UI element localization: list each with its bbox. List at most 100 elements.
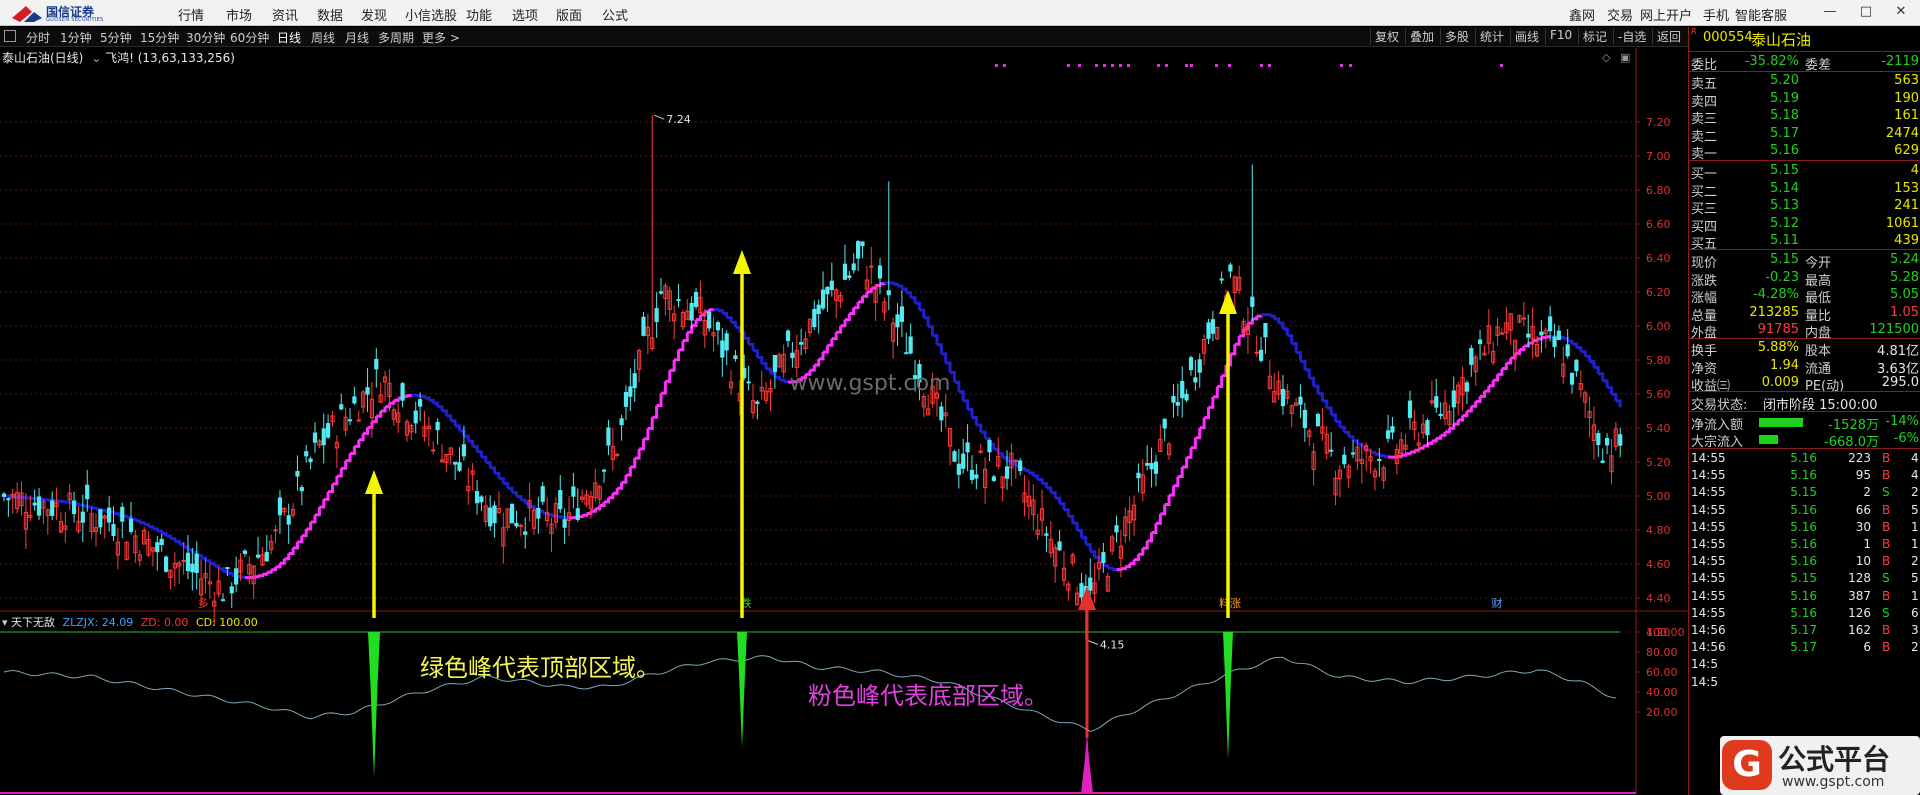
- menu-hangqing[interactable]: 行情: [178, 5, 204, 24]
- period-1min[interactable]: 1分钟: [60, 29, 92, 46]
- candle: [1254, 335, 1259, 357]
- tick-direction: B: [1882, 468, 1891, 483]
- period-weekly[interactable]: 周线: [311, 29, 335, 46]
- menu-shuju[interactable]: 数据: [317, 5, 343, 24]
- bids-row[interactable]: 买一 5.15 4: [1689, 163, 1920, 182]
- candle: [864, 265, 869, 292]
- candle: [1166, 441, 1172, 461]
- menu-gongshi[interactable]: 公式: [602, 5, 628, 24]
- tool-diejia[interactable]: 叠加: [1405, 28, 1434, 45]
- period-fenshi[interactable]: 分时: [26, 29, 50, 46]
- asks-label: 卖五: [1691, 77, 1718, 92]
- minimize-icon[interactable]: —: [1819, 4, 1841, 19]
- ma-segment: [319, 499, 326, 509]
- candle-body: [1018, 460, 1023, 471]
- tool-duogu[interactable]: 多股: [1440, 28, 1469, 45]
- period-multi[interactable]: 多周期: [378, 29, 414, 46]
- ma-segment: [954, 380, 961, 392]
- candle: [334, 435, 339, 468]
- ma-segment: [1414, 448, 1421, 452]
- asks-row[interactable]: 卖一 5.16 629: [1689, 143, 1920, 162]
- candle-body: [461, 444, 466, 457]
- candle: [1219, 271, 1224, 284]
- candle: [1140, 459, 1145, 502]
- menu-xuanxiang[interactable]: 选项: [512, 5, 538, 24]
- menu-jiaoyi[interactable]: 交易: [1607, 5, 1633, 24]
- menu-gongneng[interactable]: 功能: [466, 5, 492, 24]
- period-monthly[interactable]: 月线: [345, 29, 369, 46]
- tool-f10[interactable]: F10: [1545, 28, 1572, 45]
- menu-shichang[interactable]: 市场: [226, 5, 252, 24]
- menu-xinwang[interactable]: 鑫网: [1569, 5, 1595, 24]
- menu-faxian[interactable]: 发现: [361, 5, 387, 24]
- candle-body: [194, 553, 199, 574]
- candle: [1162, 418, 1167, 442]
- asks-row[interactable]: 卖二 5.17 2474: [1689, 126, 1920, 145]
- candle-body: [374, 358, 379, 370]
- asks-row[interactable]: 卖三 5.18 161: [1689, 108, 1920, 127]
- stat-value: 0.009: [1761, 375, 1799, 391]
- candle: [965, 424, 970, 472]
- bids-row[interactable]: 买四 5.12 1061: [1689, 216, 1920, 235]
- candle-body: [185, 552, 191, 572]
- asks-row[interactable]: 卖四 5.19 190: [1689, 91, 1920, 110]
- candle: [1145, 445, 1150, 471]
- ma-segment: [1475, 396, 1482, 403]
- period-30min[interactable]: 30分钟: [186, 29, 225, 46]
- flow-pct: -14%: [1885, 414, 1919, 429]
- ma-segment: [367, 421, 374, 429]
- menu-smart-service[interactable]: 智能客服: [1735, 5, 1787, 24]
- period-15min[interactable]: 15分钟: [140, 29, 179, 46]
- candle: [1153, 454, 1159, 487]
- ma-segment: [1471, 401, 1478, 408]
- tool-zixuan[interactable]: -自选: [1613, 28, 1646, 45]
- menu-zixun[interactable]: 资讯: [272, 5, 298, 24]
- menu-mobile[interactable]: 手机: [1703, 5, 1729, 24]
- ma-segment: [919, 308, 926, 318]
- period-60min[interactable]: 60分钟: [230, 29, 269, 46]
- candle-body: [1556, 330, 1562, 341]
- maximize-icon[interactable]: □: [1855, 4, 1877, 19]
- candle: [247, 556, 252, 585]
- bids-row[interactable]: 买五 5.11 439: [1689, 233, 1920, 252]
- candle: [6, 497, 11, 517]
- tool-fuquan[interactable]: 复权: [1370, 28, 1399, 45]
- tool-biaoji[interactable]: 标记: [1578, 28, 1607, 45]
- ma-segment: [722, 311, 729, 318]
- ma-segment: [1208, 396, 1215, 409]
- bids-volume: 4: [1910, 163, 1919, 178]
- tool-huaxian[interactable]: 画线: [1510, 28, 1539, 45]
- ma-segment: [976, 423, 983, 433]
- ma-segment: [1353, 439, 1359, 445]
- panel-toggle-icon[interactable]: [4, 30, 16, 42]
- ma-segment: [1383, 455, 1390, 459]
- bids-row[interactable]: 买二 5.14 153: [1689, 181, 1920, 200]
- menu-banmian[interactable]: 版面: [556, 5, 582, 24]
- stat-value: 4.81亿: [1877, 344, 1919, 359]
- menu-xiaoxin-xuangu[interactable]: 小信选股: [405, 5, 457, 24]
- stat-value: 295.0: [1881, 375, 1919, 391]
- ma-segment: [880, 282, 886, 286]
- candle-body: [413, 410, 418, 424]
- chevron-down-icon[interactable]: ⌄: [91, 51, 101, 65]
- asks-row[interactable]: 卖五 5.20 563: [1689, 73, 1920, 92]
- kline-chart[interactable]: 7.20 7.00 6.80 6.60 6.40 6.20 6.00 5.80 5.60 5.40…: [0, 48, 1688, 794]
- tool-tongji[interactable]: 统计: [1475, 28, 1504, 45]
- bids-label: 买二: [1691, 184, 1718, 200]
- ma-segment: [647, 417, 654, 430]
- bids-row[interactable]: 买三 5.13 241: [1689, 198, 1920, 217]
- tool-fanhui[interactable]: 返回: [1652, 28, 1681, 45]
- candle: [1583, 390, 1588, 418]
- period-daily[interactable]: 日线: [277, 29, 301, 46]
- subchart-menu-icon[interactable]: ▾: [2, 616, 8, 629]
- candle: [260, 546, 265, 566]
- close-icon[interactable]: ✕: [1890, 4, 1912, 19]
- bids-price: 5.11: [1770, 233, 1799, 249]
- ma-segment: [1309, 376, 1316, 387]
- ma-segment: [450, 419, 457, 426]
- candle: [882, 297, 887, 321]
- menu-online-account[interactable]: 网上开户: [1640, 5, 1692, 24]
- period-more[interactable]: 更多 >: [422, 29, 460, 46]
- candle-body: [860, 241, 865, 247]
- period-5min[interactable]: 5分钟: [100, 29, 132, 46]
